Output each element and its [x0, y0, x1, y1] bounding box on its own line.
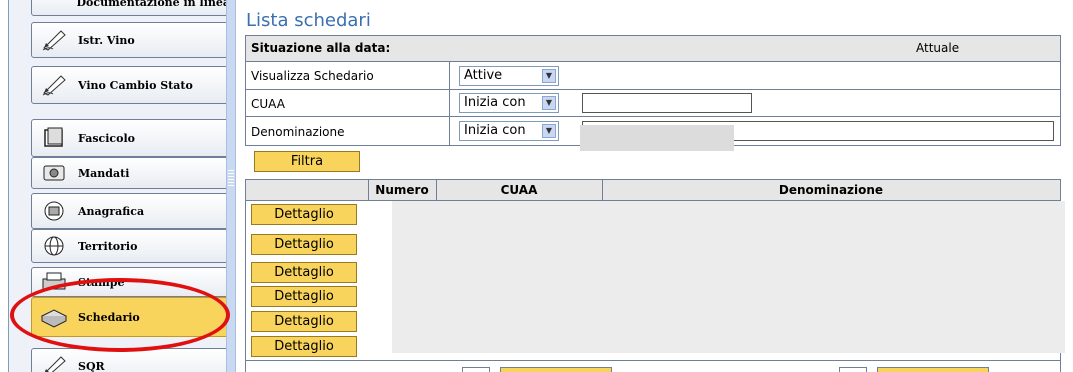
- sidebar-item-fascicolo[interactable]: Fascicolo: [31, 119, 231, 157]
- date-label: Situazione alla data:: [251, 41, 391, 55]
- filter-button[interactable]: Filtra: [254, 151, 360, 172]
- sidebar-item-istr-vino[interactable]: Istr. Vino: [31, 22, 231, 58]
- printer-icon: [40, 269, 68, 295]
- sidebar-item-sqr[interactable]: SQR: [31, 348, 231, 372]
- page-title: Lista schedari: [246, 10, 371, 31]
- id-card-icon: [40, 198, 68, 224]
- cuaa-row: CUAA Inizia con ▼: [246, 90, 1060, 117]
- pager-button[interactable]: [877, 367, 989, 372]
- date-row: Situazione alla data: Attuale: [246, 36, 1060, 62]
- sidebar-item-label: Anagrafica: [78, 204, 145, 218]
- sidebar-item-label: Territorio: [78, 239, 138, 253]
- schedario-row: Visualizza Schedario Attive ▼: [246, 62, 1060, 90]
- sidebar-item-label: Schedario: [78, 310, 140, 324]
- chevron-down-icon: ▼: [542, 124, 556, 138]
- cuaa-mode-value: Inizia con: [464, 95, 526, 110]
- sidebar-item-label: Vino Cambio Stato: [78, 78, 193, 92]
- cuaa-input[interactable]: [582, 93, 752, 113]
- detail-button[interactable]: Dettaglio: [251, 286, 357, 307]
- detail-button[interactable]: Dettaglio: [251, 204, 357, 225]
- page-input[interactable]: [839, 367, 867, 372]
- sidebar-item-label: Fascicolo: [78, 131, 135, 145]
- pager-button[interactable]: [500, 367, 612, 372]
- sidebar-item-schedario[interactable]: Schedario: [31, 297, 231, 337]
- splitter-grip-icon: [228, 170, 234, 186]
- column-header-numero: Numero: [375, 183, 429, 197]
- date-value: Attuale: [916, 41, 960, 55]
- column-header-cuaa: CUAA: [500, 183, 538, 197]
- pen-icon: [40, 353, 68, 372]
- schedario-select[interactable]: Attive ▼: [459, 66, 559, 86]
- pen-icon: [40, 72, 68, 98]
- table-header: Numero CUAA Denominazione: [246, 180, 1060, 201]
- mandates-icon: [40, 160, 68, 186]
- pen-icon: [40, 27, 68, 53]
- page-input[interactable]: [462, 367, 490, 372]
- detail-button[interactable]: Dettaglio: [251, 311, 357, 332]
- archive-icon: [40, 304, 68, 330]
- sidebar-item-label: SQR: [78, 359, 105, 372]
- sidebar-item-anagrafica[interactable]: Anagrafica: [31, 193, 231, 229]
- pagination-bar: [245, 360, 1061, 372]
- denominazione-label: Denominazione: [251, 125, 345, 139]
- cuaa-mode-select[interactable]: Inizia con ▼: [459, 93, 559, 113]
- main-content: Lista schedari Situazione alla data: Att…: [240, 0, 1073, 372]
- chevron-down-icon: ▼: [542, 96, 556, 110]
- detail-button[interactable]: Dettaglio: [251, 234, 357, 255]
- detail-button[interactable]: Dettaglio: [251, 262, 357, 283]
- denominazione-mode-value: Inizia con: [464, 123, 526, 138]
- sidebar-splitter[interactable]: [226, 0, 236, 372]
- denominazione-mode-select[interactable]: Inizia con ▼: [459, 121, 559, 141]
- schedario-label: Visualizza Schedario: [251, 69, 374, 83]
- redacted-area: [580, 125, 734, 151]
- sidebar-menu: Documentazione in linea Istr. Vino Vino …: [8, 0, 231, 372]
- chevron-down-icon: ▼: [542, 69, 556, 83]
- sidebar-item-label: Istr. Vino: [78, 33, 135, 47]
- sidebar-item-vino-cambio-stato[interactable]: Vino Cambio Stato: [31, 66, 231, 104]
- cuaa-label: CUAA: [251, 97, 285, 111]
- globe-icon: [40, 233, 68, 259]
- folder-icon: [40, 125, 68, 151]
- sidebar-item-stampe[interactable]: Stampe: [31, 267, 231, 297]
- documentation-icon: [40, 0, 67, 15]
- schedario-select-value: Attive: [464, 68, 503, 83]
- results-table: Numero CUAA Denominazione Dettaglio Dett…: [245, 179, 1065, 372]
- sidebar-item-documentazione[interactable]: Documentazione in linea: [31, 0, 231, 16]
- sidebar-item-label: Stampe: [78, 275, 125, 289]
- sidebar-item-territorio[interactable]: Territorio: [31, 229, 231, 263]
- sidebar-item-label: Mandati: [78, 166, 130, 180]
- detail-button[interactable]: Dettaglio: [251, 336, 357, 357]
- sidebar-item-label: Documentazione in linea: [76, 0, 231, 9]
- redacted-area: [392, 201, 1065, 353]
- sidebar-item-mandati[interactable]: Mandati: [31, 157, 231, 189]
- column-header-denominazione: Denominazione: [778, 183, 884, 197]
